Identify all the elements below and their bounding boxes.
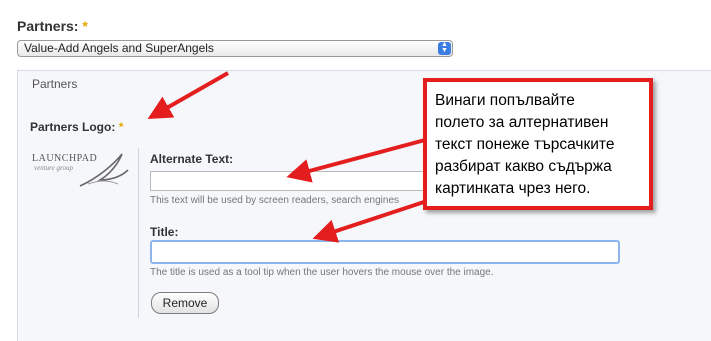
callout-line: текст понеже търсачките bbox=[435, 136, 615, 153]
partners-logo-label-text: Partners Logo: bbox=[30, 120, 116, 134]
callout-line: разбират какво съдържа bbox=[435, 158, 612, 175]
title-label: Title: bbox=[150, 225, 179, 239]
alt-text-description: This text will be used by screen readers… bbox=[150, 195, 400, 206]
logo-image: LAUNCHPAD venture group bbox=[28, 150, 133, 188]
alt-text-input[interactable] bbox=[150, 171, 450, 191]
partners-select[interactable]: Value-Add Angels and SuperAngels ▲ ▼ bbox=[17, 40, 453, 57]
title-description: The title is used as a tool tip when the… bbox=[150, 267, 494, 278]
annotation-callout: Винаги попълвайте полето за алтернативен… bbox=[423, 78, 653, 210]
title-input[interactable] bbox=[150, 240, 620, 264]
callout-line: картинката чрез него. bbox=[435, 180, 591, 197]
logo-swoosh-icon bbox=[79, 153, 129, 187]
select-arrows-icon: ▲ ▼ bbox=[438, 41, 451, 55]
alt-text-label: Alternate Text: bbox=[150, 152, 234, 166]
callout-line: Винаги попълвайте bbox=[435, 92, 575, 109]
partners-logo-label: Partners Logo: * bbox=[30, 120, 123, 134]
partners-label: Partners: * bbox=[17, 18, 88, 34]
field-divider bbox=[138, 148, 139, 318]
required-mark: * bbox=[118, 120, 124, 134]
fieldset-legend: Partners bbox=[32, 77, 78, 91]
remove-button[interactable]: Remove bbox=[151, 292, 219, 314]
required-mark: * bbox=[82, 18, 88, 34]
callout-line: полето за алтернативен bbox=[435, 114, 609, 131]
partners-label-text: Partners: bbox=[17, 18, 79, 34]
partners-select-value: Value-Add Angels and SuperAngels bbox=[24, 41, 214, 55]
